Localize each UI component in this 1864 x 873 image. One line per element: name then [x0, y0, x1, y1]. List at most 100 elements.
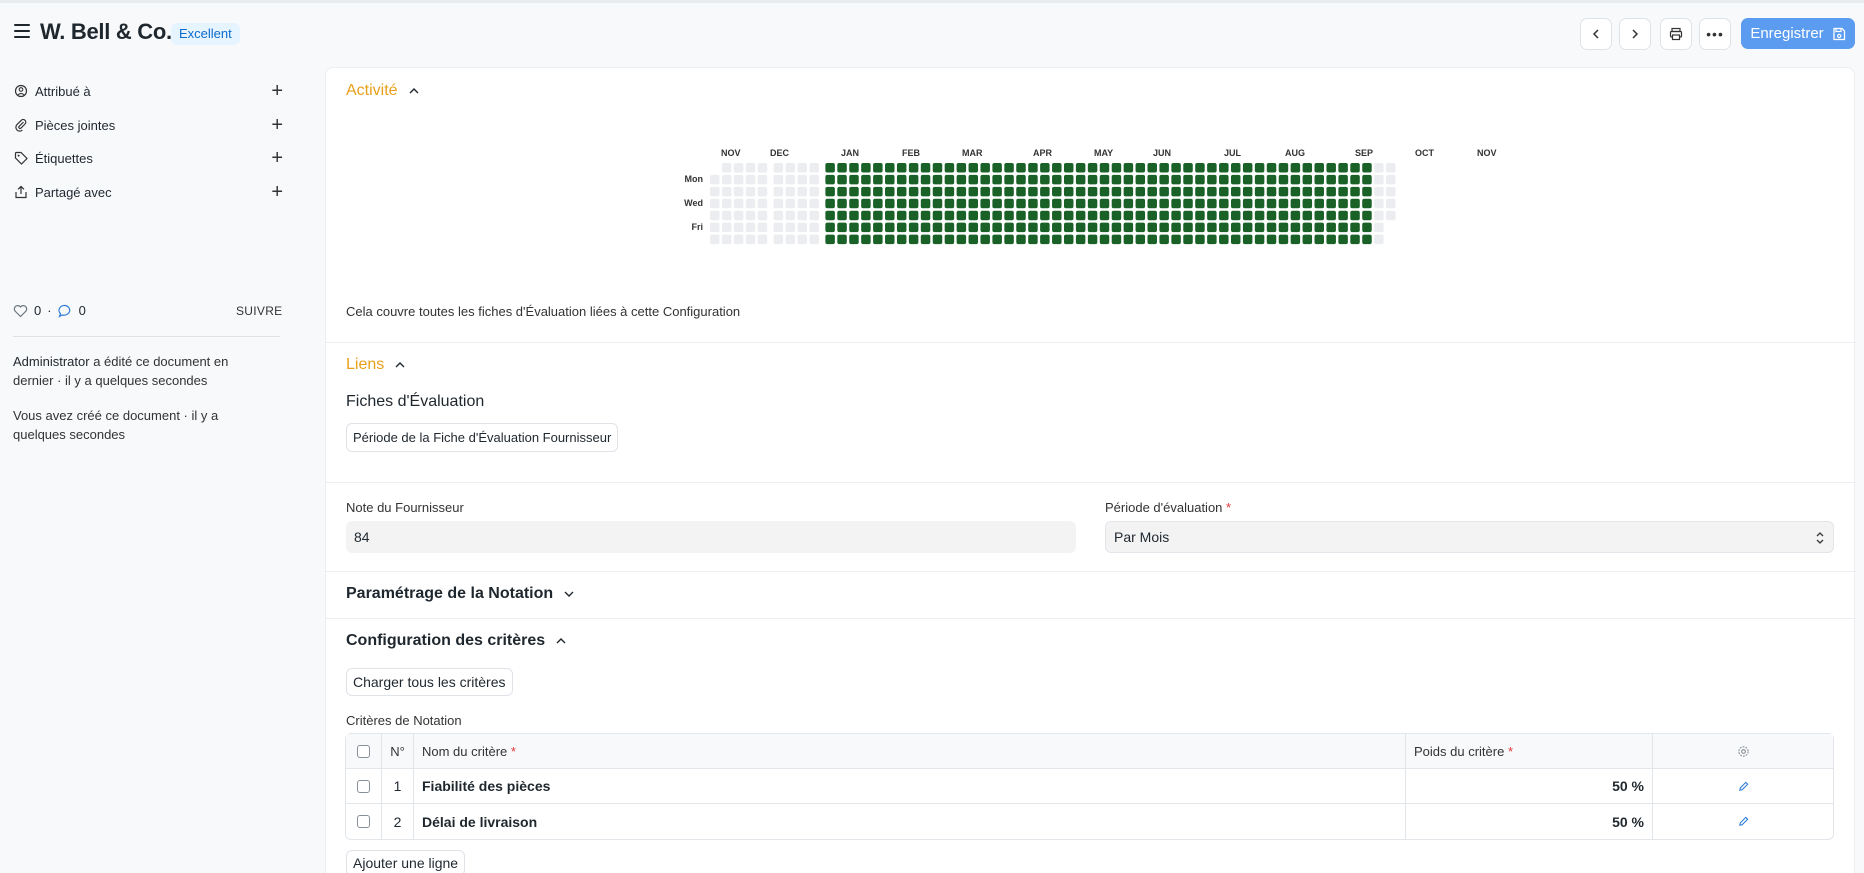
rating-setup-header[interactable]: Paramétrage de la Notation — [346, 585, 575, 603]
share-icon — [13, 184, 29, 200]
row-edit-cell — [1653, 769, 1833, 803]
section-divider — [326, 482, 1856, 483]
activity-section-title: Activité — [346, 82, 398, 99]
evaluation-period-select[interactable]: Par Mois — [1105, 521, 1834, 553]
sidebar-divider — [13, 336, 280, 337]
follow-button[interactable]: SUIVRE — [236, 304, 282, 318]
tag-icon — [13, 150, 29, 166]
gear-icon[interactable] — [1737, 745, 1750, 758]
links-group-title: Fiches d'Évaluation — [346, 393, 485, 410]
row-edit-cell — [1653, 804, 1833, 839]
activity-user: Administrator — [13, 354, 90, 369]
criteria-table-label: Critères de Notation — [346, 713, 462, 728]
chevron-down-icon — [564, 591, 574, 597]
column-settings-cell — [1653, 734, 1833, 768]
criteria-weight-cell[interactable]: 50 % — [1406, 804, 1653, 839]
links-section-title: Liens — [346, 356, 385, 373]
table-row[interactable]: 2 Délai de livraison 50 % — [346, 804, 1833, 839]
social-counts: 0 · 0 — [13, 303, 86, 318]
criteria-section-title: Configuration des critères — [346, 632, 546, 649]
chevron-up-icon — [556, 638, 566, 644]
sidebar-item-assigned[interactable]: Attribué à + — [13, 80, 283, 102]
sidebar-item-label: Partagé avec — [35, 184, 112, 200]
select-all-cell — [346, 734, 382, 768]
sidebar-item-tags[interactable]: Étiquettes + — [13, 147, 283, 169]
supplier-score-label: Note du Fournisseur — [346, 500, 464, 515]
paperclip-icon — [13, 117, 29, 133]
status-badge: Excellent — [171, 23, 240, 45]
row-number: 1 — [382, 769, 414, 803]
evaluation-period-label: Période d'évaluation * — [1105, 500, 1231, 515]
more-button[interactable]: ••• — [1699, 18, 1731, 50]
chevron-right-icon — [1632, 29, 1639, 39]
evaluation-period-label-text: Période d'évaluation — [1105, 500, 1223, 515]
page-header: W. Bell & Co. Excellent ••• Enregistrer — [0, 3, 1864, 63]
chevron-up-icon — [395, 362, 405, 368]
add-row-button[interactable]: Ajouter une ligne — [346, 850, 466, 873]
add-attachment-icon[interactable]: + — [271, 115, 283, 135]
sidebar: Attribué à + Pièces jointes + Étiquettes… — [0, 63, 300, 873]
activity-note: Cela couvre toutes les fiches d'Évaluati… — [346, 304, 741, 319]
row-checkbox[interactable] — [357, 815, 370, 828]
print-button[interactable] — [1660, 18, 1692, 50]
pencil-icon[interactable] — [1738, 816, 1749, 827]
section-divider — [326, 618, 1856, 619]
floppy-disk-icon — [1833, 27, 1845, 40]
required-marker: * — [1226, 500, 1232, 515]
likes-count: 0 — [34, 303, 42, 318]
column-header-weight: Poids du critère * — [1406, 734, 1653, 768]
add-tag-icon[interactable]: + — [271, 148, 283, 168]
comments-count: 0 — [78, 303, 86, 318]
sidebar-item-label: Pièces jointes — [35, 117, 116, 133]
column-header-weight-text: Poids du critère — [1414, 743, 1505, 759]
menu-icon[interactable] — [14, 24, 30, 40]
select-arrows-icon — [1816, 532, 1824, 544]
next-button[interactable] — [1619, 18, 1651, 50]
chevron-left-icon — [1592, 29, 1599, 39]
required-marker: * — [1507, 743, 1514, 759]
sidebar-item-label: Attribué à — [35, 83, 91, 99]
supplier-score-field[interactable]: 84 — [346, 521, 1076, 553]
table-row[interactable]: 1 Fiabilité des pièces 50 % — [346, 769, 1833, 804]
activity-section-header[interactable]: Activité — [346, 82, 420, 100]
save-button[interactable]: Enregistrer — [1741, 18, 1855, 49]
section-divider — [326, 342, 1856, 343]
section-divider — [326, 571, 1856, 572]
load-criteria-button[interactable]: Charger tous les critères — [346, 668, 513, 696]
assign-icon — [13, 83, 29, 99]
row-number: 2 — [382, 804, 414, 839]
row-checkbox[interactable] — [357, 779, 370, 793]
activity-create-note: Vous avez créé ce document · il y a quel… — [13, 408, 219, 442]
criteria-name-cell[interactable]: Délai de livraison — [414, 804, 1406, 839]
criteria-table: N° Nom du critère * Poids du critère * 1… — [345, 733, 1834, 840]
add-share-icon[interactable]: + — [271, 182, 283, 202]
links-section-header[interactable]: Liens — [346, 356, 406, 374]
select-all-checkbox[interactable] — [357, 744, 370, 758]
pencil-icon[interactable] — [1738, 781, 1749, 792]
sidebar-item-label: Étiquettes — [35, 150, 93, 166]
column-header-no: N° — [382, 734, 414, 768]
add-assigned-icon[interactable]: + — [271, 81, 283, 101]
required-marker: * — [510, 743, 516, 759]
comment-icon[interactable] — [57, 304, 73, 318]
scorecard-period-link[interactable]: Période de la Fiche d'Évaluation Fournis… — [346, 423, 619, 452]
ellipsis-icon: ••• — [1706, 26, 1724, 42]
sidebar-item-shared[interactable]: Partagé avec + — [13, 181, 283, 203]
criteria-name-cell[interactable]: Fiabilité des pièces — [414, 769, 1406, 803]
rating-setup-title: Paramétrage de la Notation — [346, 585, 554, 602]
criteria-weight-cell[interactable]: 50 % — [1406, 769, 1653, 803]
page-title: W. Bell & Co. — [40, 19, 172, 44]
activity-edit-note: Administrator a édité ce document en der… — [13, 352, 258, 390]
row-select-cell — [346, 769, 382, 803]
sidebar-item-attachments[interactable]: Pièces jointes + — [13, 114, 283, 136]
table-header-row: N° Nom du critère * Poids du critère * — [346, 734, 1833, 769]
row-select-cell — [346, 804, 382, 839]
chevron-up-icon — [409, 88, 419, 94]
column-header-name-text: Nom du critère — [422, 743, 508, 759]
separator-dot: · — [47, 303, 52, 318]
previous-button[interactable] — [1580, 18, 1612, 50]
heart-icon[interactable] — [13, 304, 28, 318]
column-header-name: Nom du critère * — [414, 734, 1406, 768]
criteria-section-header[interactable]: Configuration des critères — [346, 632, 567, 650]
printer-icon — [1669, 27, 1683, 41]
